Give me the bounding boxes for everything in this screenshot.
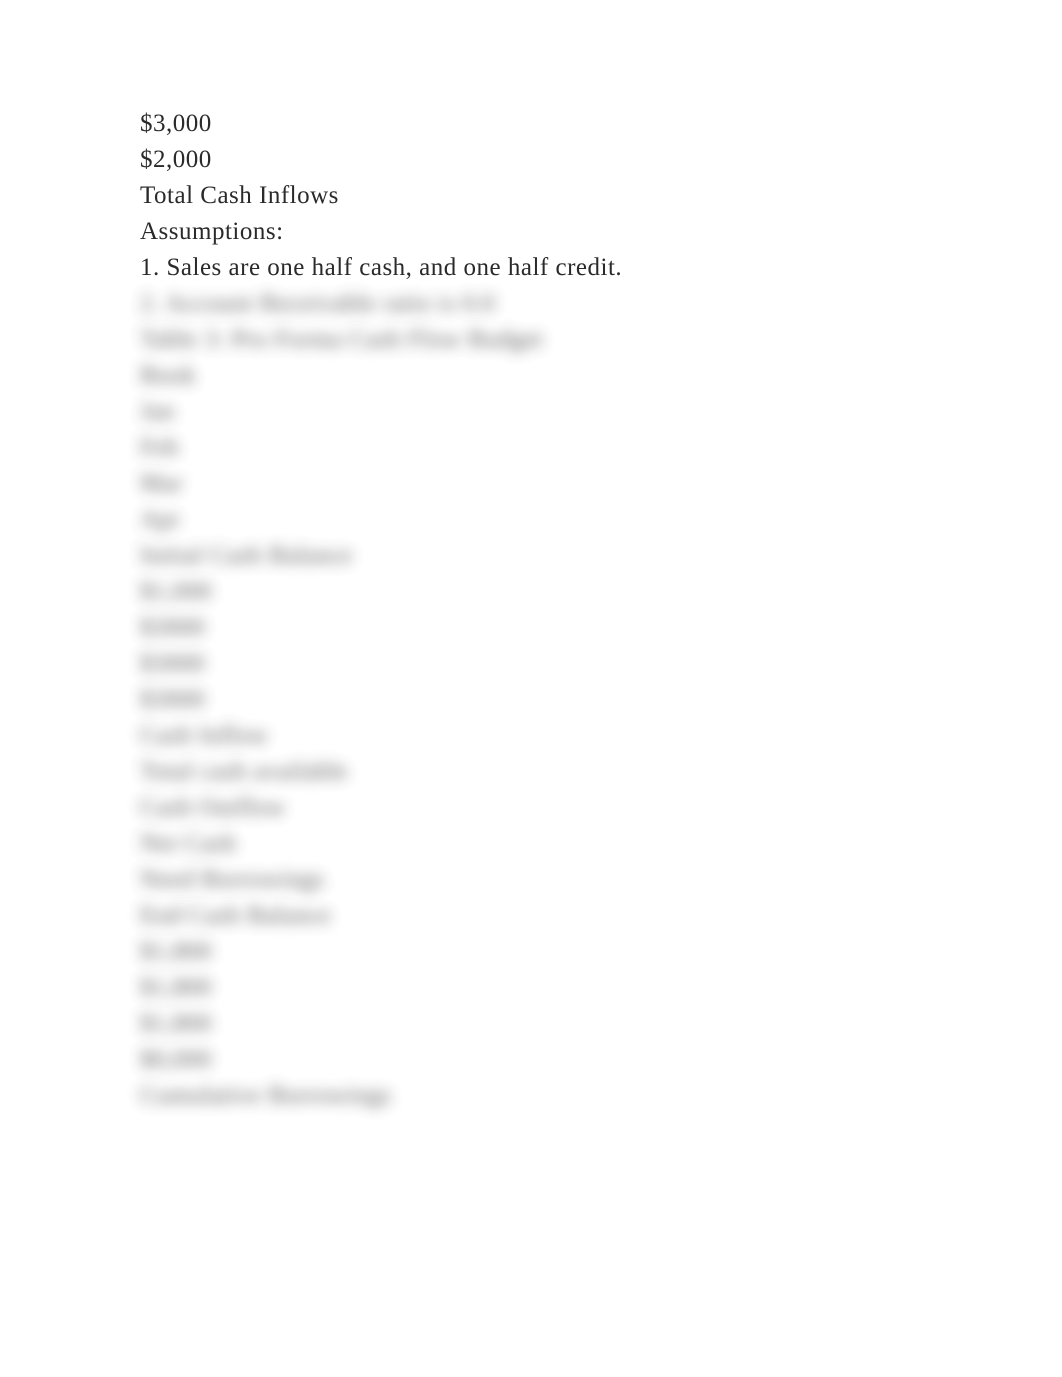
document-line: Total Cash Inflows (140, 178, 920, 214)
document-line: Cash Inflow (140, 718, 920, 754)
document-line: Need Borrowings (140, 862, 920, 898)
document-line: $2,000 (140, 142, 920, 178)
document-line: Initial Cash Balance (140, 538, 920, 574)
document-line: $0,000 (140, 1042, 920, 1078)
document-line: $1,800 (140, 934, 920, 970)
document-line: Feb (140, 430, 920, 466)
document-line: $1,800 (140, 970, 920, 1006)
document-line: Jan (140, 394, 920, 430)
document-line: Apr (140, 502, 920, 538)
document-line: Net Cash (140, 826, 920, 862)
document-line: $3000 (140, 682, 920, 718)
document-line: $3,000 (140, 106, 920, 142)
document-line: Total cash available (140, 754, 920, 790)
document-line: End Cash Balance (140, 898, 920, 934)
document-line: Assumptions: (140, 214, 920, 250)
document-line: $1,000 (140, 574, 920, 610)
document-line: $1,800 (140, 1006, 920, 1042)
document-line: 1. Sales are one half cash, and one half… (140, 250, 920, 286)
document-body: $3,000$2,000Total Cash InflowsAssumption… (140, 106, 920, 1114)
document-line: $3000 (140, 610, 920, 646)
document-line: Cumulative Borrowings (140, 1078, 920, 1114)
document-line: Cash Outflow (140, 790, 920, 826)
document-line: 2. Account Receivable ratio is 0.0 (140, 286, 920, 322)
document-line: Book (140, 358, 920, 394)
document-line: Table 3: Pro Forma Cash Flow Budget (140, 322, 920, 358)
document-line: $3000 (140, 646, 920, 682)
document-line: Mar (140, 466, 920, 502)
